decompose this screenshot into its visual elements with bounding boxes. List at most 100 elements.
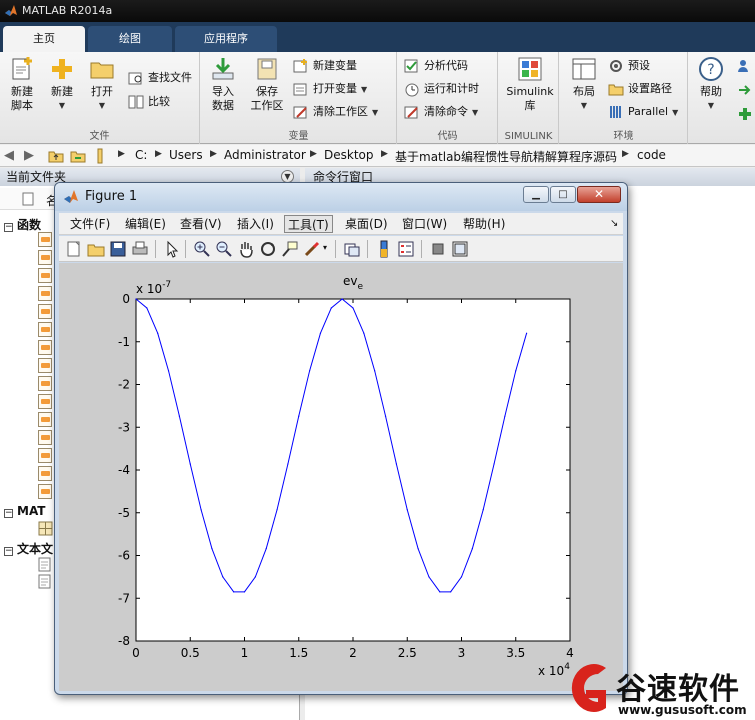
- new-variable-button[interactable]: 新建变量: [293, 56, 357, 76]
- legend-icon[interactable]: [397, 240, 415, 258]
- collapse-icon[interactable]: −: [4, 509, 13, 518]
- forward-icon[interactable]: ▶: [24, 148, 34, 163]
- m-file-icon[interactable]: [38, 268, 52, 283]
- m-file-icon[interactable]: [38, 322, 52, 337]
- rotate-3d-icon[interactable]: [259, 240, 277, 258]
- path-segment-administrator[interactable]: Administrator: [224, 148, 306, 162]
- dock-arrow-icon[interactable]: ↘: [607, 215, 621, 233]
- save-figure-icon[interactable]: [109, 240, 127, 258]
- tab-home[interactable]: 主页: [3, 26, 85, 52]
- layout-button[interactable]: 布局 ▼: [562, 56, 606, 126]
- new-dropdown-icon[interactable]: ▼: [40, 99, 84, 113]
- m-file-icon[interactable]: [38, 466, 52, 481]
- up-folder-icon[interactable]: [48, 148, 64, 164]
- back-icon[interactable]: ◀: [4, 148, 14, 163]
- figure-canvas[interactable]: eve x 10-7 x 104 0 0.5 1 1.5 2 2.5 3 3.5 4 0 -1 -2 -3 -4…: [59, 263, 623, 691]
- new-script-button[interactable]: 新建 脚本: [0, 56, 44, 126]
- text-file-icon[interactable]: [38, 557, 51, 572]
- m-file-icon[interactable]: [38, 232, 52, 247]
- m-file-icon[interactable]: [38, 304, 52, 319]
- menu-view[interactable]: 查看(V): [177, 215, 225, 233]
- minimize-button[interactable]: ▁: [523, 186, 549, 203]
- collapse-icon[interactable]: −: [4, 223, 13, 232]
- m-file-icon[interactable]: [38, 286, 52, 301]
- new-figure-icon[interactable]: [65, 240, 83, 258]
- text-file-icon[interactable]: [38, 574, 51, 589]
- tab-plots[interactable]: 绘图: [88, 26, 172, 52]
- pan-hand-icon[interactable]: [237, 240, 255, 258]
- path-segment-drive[interactable]: C:: [135, 148, 147, 162]
- compare-button[interactable]: 比较: [128, 92, 170, 112]
- clear-commands-button[interactable]: 清除命令 ▼: [404, 102, 478, 122]
- menu-tools[interactable]: 工具(T): [284, 215, 333, 233]
- run-and-time-button[interactable]: 运行和计时: [404, 79, 479, 99]
- menu-edit[interactable]: 编辑(E): [122, 215, 169, 233]
- maximize-button[interactable]: □: [550, 186, 576, 203]
- m-file-icon[interactable]: [38, 394, 52, 409]
- m-file-icon[interactable]: [38, 484, 52, 499]
- group-text[interactable]: − 文本文: [4, 540, 53, 557]
- root-folder-icon[interactable]: [96, 148, 110, 164]
- tab-apps[interactable]: 应用程序: [175, 26, 277, 52]
- layout-label: 布局: [573, 85, 595, 98]
- save-workspace-button[interactable]: 保存 工作区: [245, 56, 289, 126]
- parallel-dropdown-icon[interactable]: ▼: [672, 108, 678, 117]
- m-file-icon[interactable]: [38, 376, 52, 391]
- data-cursor-icon[interactable]: [281, 240, 299, 258]
- group-mat[interactable]: − MAT: [4, 504, 45, 518]
- find-files-button[interactable]: 查找文件: [128, 68, 192, 88]
- open-variable-dropdown-icon[interactable]: ▼: [361, 85, 367, 94]
- new-button[interactable]: 新建 ▼: [40, 56, 84, 126]
- figure-title-bar[interactable]: Figure 1 ▁ □ ✕: [55, 183, 627, 211]
- open-button[interactable]: 打开 ▼: [80, 56, 124, 126]
- menu-window[interactable]: 窗口(W): [399, 215, 450, 233]
- colorbar-icon[interactable]: [375, 240, 393, 258]
- clear-workspace-button[interactable]: 清除工作区 ▼: [293, 102, 378, 122]
- zoom-in-icon[interactable]: [193, 240, 211, 258]
- preferences-button[interactable]: 预设: [608, 56, 650, 76]
- open-file-icon[interactable]: [87, 240, 105, 258]
- brush-icon[interactable]: [303, 240, 321, 258]
- clear-commands-dropdown-icon[interactable]: ▼: [472, 108, 478, 117]
- import-data-button[interactable]: 导入 数据: [201, 56, 245, 126]
- request-support-icon[interactable]: [737, 82, 753, 98]
- mat-file-icon[interactable]: [38, 521, 53, 536]
- brush-dropdown-icon[interactable]: ▾: [323, 243, 327, 252]
- m-file-icon[interactable]: [38, 340, 52, 355]
- group-functions[interactable]: − 函数: [4, 216, 41, 233]
- path-segment-users[interactable]: Users: [169, 148, 203, 162]
- path-segment-desktop[interactable]: Desktop: [324, 148, 374, 162]
- collapse-icon[interactable]: −: [4, 547, 13, 556]
- m-file-icon[interactable]: [38, 448, 52, 463]
- print-icon[interactable]: [131, 240, 149, 258]
- browse-folder-icon[interactable]: [70, 148, 86, 164]
- path-segment-project[interactable]: 基于matlab编程惯性导航精解算程序源码: [395, 148, 617, 165]
- m-file-icon[interactable]: [38, 250, 52, 265]
- edit-plot-icon[interactable]: [163, 240, 181, 258]
- help-dropdown-icon[interactable]: ▼: [689, 99, 733, 113]
- open-dropdown-icon[interactable]: ▼: [80, 99, 124, 113]
- close-button[interactable]: ✕: [577, 186, 621, 203]
- menu-file[interactable]: 文件(F): [67, 215, 113, 233]
- analyze-code-button[interactable]: 分析代码: [404, 56, 468, 76]
- menu-insert[interactable]: 插入(I): [234, 215, 277, 233]
- open-variable-button[interactable]: 打开变量 ▼: [293, 79, 367, 99]
- hide-plot-tools-icon[interactable]: [429, 240, 447, 258]
- menu-desktop[interactable]: 桌面(D): [342, 215, 391, 233]
- add-ons-icon[interactable]: [737, 106, 753, 122]
- help-button[interactable]: ? 帮助 ▼: [689, 56, 733, 126]
- simulink-library-button[interactable]: Simulink 库: [505, 56, 555, 126]
- m-file-icon[interactable]: [38, 358, 52, 373]
- path-segment-code[interactable]: code: [637, 148, 666, 162]
- m-file-icon[interactable]: [38, 430, 52, 445]
- m-file-icon[interactable]: [38, 412, 52, 427]
- zoom-out-icon[interactable]: [215, 240, 233, 258]
- community-icon[interactable]: [737, 58, 753, 74]
- parallel-button[interactable]: Parallel ▼: [608, 102, 678, 122]
- link-plot-icon[interactable]: [343, 240, 361, 258]
- layout-dropdown-icon[interactable]: ▼: [562, 99, 606, 113]
- clear-workspace-dropdown-icon[interactable]: ▼: [372, 108, 378, 117]
- set-path-button[interactable]: 设置路径: [608, 79, 672, 99]
- show-plot-tools-icon[interactable]: [451, 240, 469, 258]
- menu-help[interactable]: 帮助(H): [460, 215, 508, 233]
